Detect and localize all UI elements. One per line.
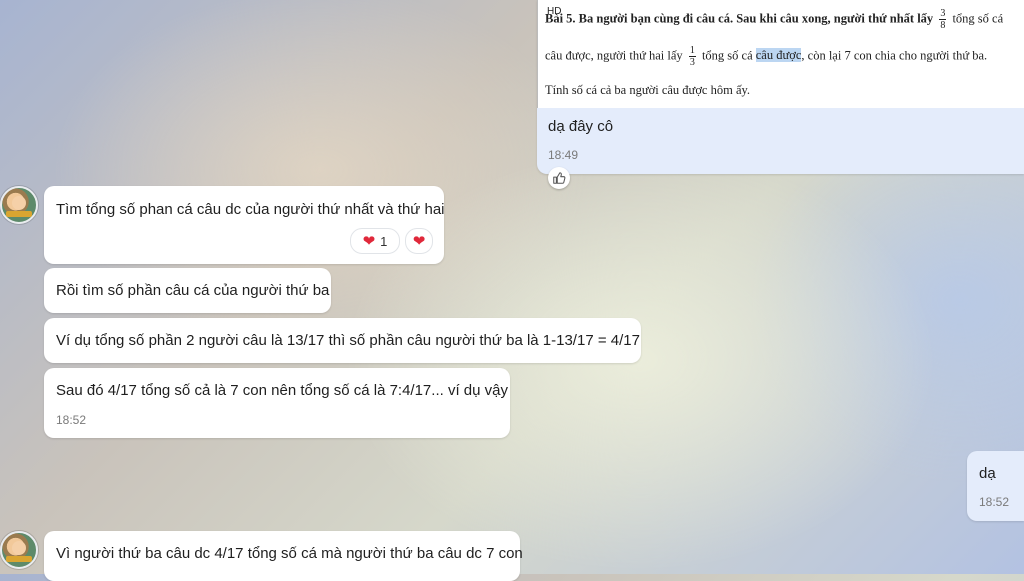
incoming-message[interactable]: Sau đó 4/17 tổng số cả là 7 con nên tổng… — [44, 368, 510, 438]
image-caption: dạ đây cô — [548, 118, 614, 135]
avatar[interactable] — [0, 186, 38, 224]
message-time: 18:49 — [548, 148, 579, 162]
message-text: dạ — [979, 465, 996, 482]
image-message-bubble[interactable]: HD Bài 5. Ba người bạn cùng đi câu cá. S… — [537, 0, 1024, 174]
add-heart-reaction[interactable]: ❤ — [405, 228, 433, 254]
fraction-1-3: 13 — [688, 45, 696, 68]
message-text: Tìm tổng số phan cá câu dc của người thứ… — [56, 201, 445, 218]
image-text-line-2: câu được, người thứ hai lấy 13 tổng số c… — [545, 45, 988, 68]
message-text: Ví dụ tổng số phần 2 người câu là 13/17 … — [56, 332, 640, 349]
message-time: 18:52 — [979, 495, 1010, 509]
reaction-count: 1 — [380, 233, 388, 249]
like-reaction-button[interactable] — [548, 167, 570, 189]
highlighted-text: câu được — [755, 48, 802, 63]
incoming-message[interactable]: Ví dụ tổng số phần 2 người câu là 13/17 … — [44, 318, 641, 363]
message-text: Vì người thứ ba câu dc 4/17 tổng số cá m… — [56, 545, 523, 562]
avatar[interactable] — [0, 531, 38, 569]
image-text-line-3: Tính số cá cả ba người câu được hôm ấy. — [545, 83, 751, 97]
thumbs-up-icon — [553, 172, 566, 184]
outgoing-message[interactable]: dạ 18:52 — [967, 451, 1024, 521]
incoming-message[interactable]: Tìm tổng số phan cá câu dc của người thứ… — [44, 186, 445, 264]
incoming-message[interactable]: Rồi tìm số phần câu cá của người thứ ba — [44, 268, 331, 313]
message-text: Rồi tìm số phần câu cá của người thứ ba — [56, 282, 330, 299]
message-time: 18:52 — [56, 413, 87, 427]
reaction-heart-count[interactable]: ❤ 1 — [350, 228, 400, 254]
image-text-line-1: Bài 5. Ba người bạn cùng đi câu cá. Sau … — [545, 8, 1004, 31]
message-text: Sau đó 4/17 tổng số cả là 7 con nên tổng… — [56, 382, 508, 399]
homework-image[interactable]: HD Bài 5. Ba người bạn cùng đi câu cá. S… — [537, 0, 1024, 108]
fraction-3-8: 38 — [939, 8, 947, 31]
heart-icon: ❤ — [412, 232, 426, 250]
heart-icon: ❤ — [362, 232, 376, 250]
